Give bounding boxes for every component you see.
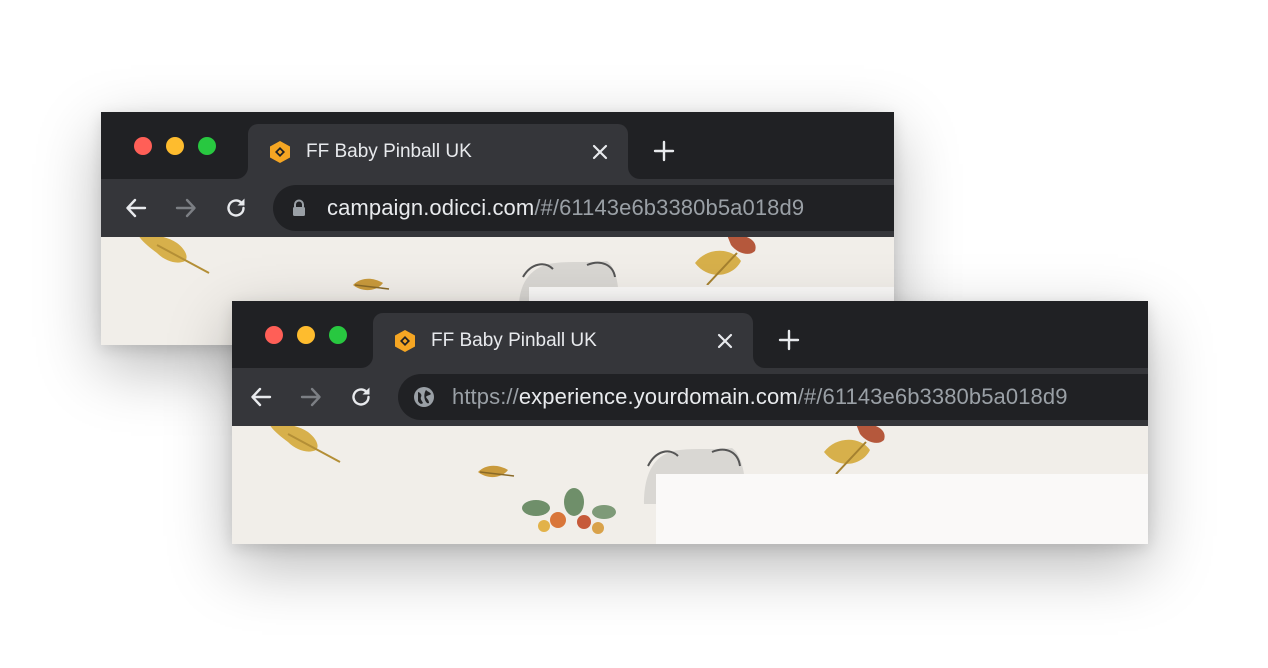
title-bar: FF Baby Pinball UK (101, 112, 894, 179)
close-window-button[interactable] (265, 326, 283, 344)
title-bar: FF Baby Pinball UK (232, 301, 1148, 368)
back-arrow-icon[interactable] (119, 191, 153, 225)
reload-icon[interactable] (219, 191, 253, 225)
tab-title: FF Baby Pinball UK (306, 141, 472, 162)
url-scheme: https:// (452, 384, 519, 409)
flower-bouquet-illustration (522, 488, 616, 534)
maximize-window-button[interactable] (329, 326, 347, 344)
close-tab-icon[interactable] (586, 138, 614, 166)
url-path: /#/61143e6b3380b5a018d9 (534, 195, 805, 220)
address-url: campaign.odicci.com/#/61143e6b3380b5a018… (327, 185, 804, 231)
url-host: campaign.odicci.com (327, 195, 535, 220)
page-content (232, 426, 1148, 544)
orange-hexagon-icon (268, 140, 292, 164)
forward-arrow-icon[interactable] (169, 191, 203, 225)
navigation-toolbar: https://experience.yourdomain.com/#/6114… (232, 368, 1148, 426)
browser-window-experience: FF Baby Pinball UK https://experience.yo… (232, 301, 1148, 544)
globe-icon[interactable] (412, 385, 436, 409)
small-leaf-illustration (353, 278, 390, 291)
url-host: experience.yourdomain.com (518, 384, 798, 409)
close-tab-icon[interactable] (711, 327, 739, 355)
minimize-window-button[interactable] (166, 137, 184, 155)
browser-tab[interactable]: FF Baby Pinball UK (373, 313, 753, 368)
leaf-illustration (139, 237, 210, 274)
navigation-toolbar: campaign.odicci.com/#/61143e6b3380b5a018… (101, 179, 894, 237)
small-leaf-illustration (478, 465, 515, 478)
address-bar[interactable]: https://experience.yourdomain.com/#/6114… (398, 374, 1148, 420)
url-path: /#/61143e6b3380b5a018d9 (797, 384, 1068, 409)
address-bar[interactable]: campaign.odicci.com/#/61143e6b3380b5a018… (273, 185, 894, 231)
new-tab-icon[interactable] (649, 136, 679, 166)
reload-icon[interactable] (344, 380, 378, 414)
leaf-cluster-illustration (824, 426, 885, 474)
content-panel (656, 474, 1148, 544)
back-arrow-icon[interactable] (244, 380, 278, 414)
browser-tab[interactable]: FF Baby Pinball UK (248, 124, 628, 179)
address-url: https://experience.yourdomain.com/#/6114… (452, 374, 1068, 420)
minimize-window-button[interactable] (297, 326, 315, 344)
orange-hexagon-icon (393, 329, 417, 353)
leaf-cluster-illustration (695, 237, 756, 285)
leaf-illustration (270, 426, 341, 463)
lock-icon[interactable] (287, 196, 311, 220)
forward-arrow-icon[interactable] (294, 380, 328, 414)
close-window-button[interactable] (134, 137, 152, 155)
maximize-window-button[interactable] (198, 137, 216, 155)
new-tab-icon[interactable] (774, 325, 804, 355)
tab-title: FF Baby Pinball UK (431, 330, 597, 351)
